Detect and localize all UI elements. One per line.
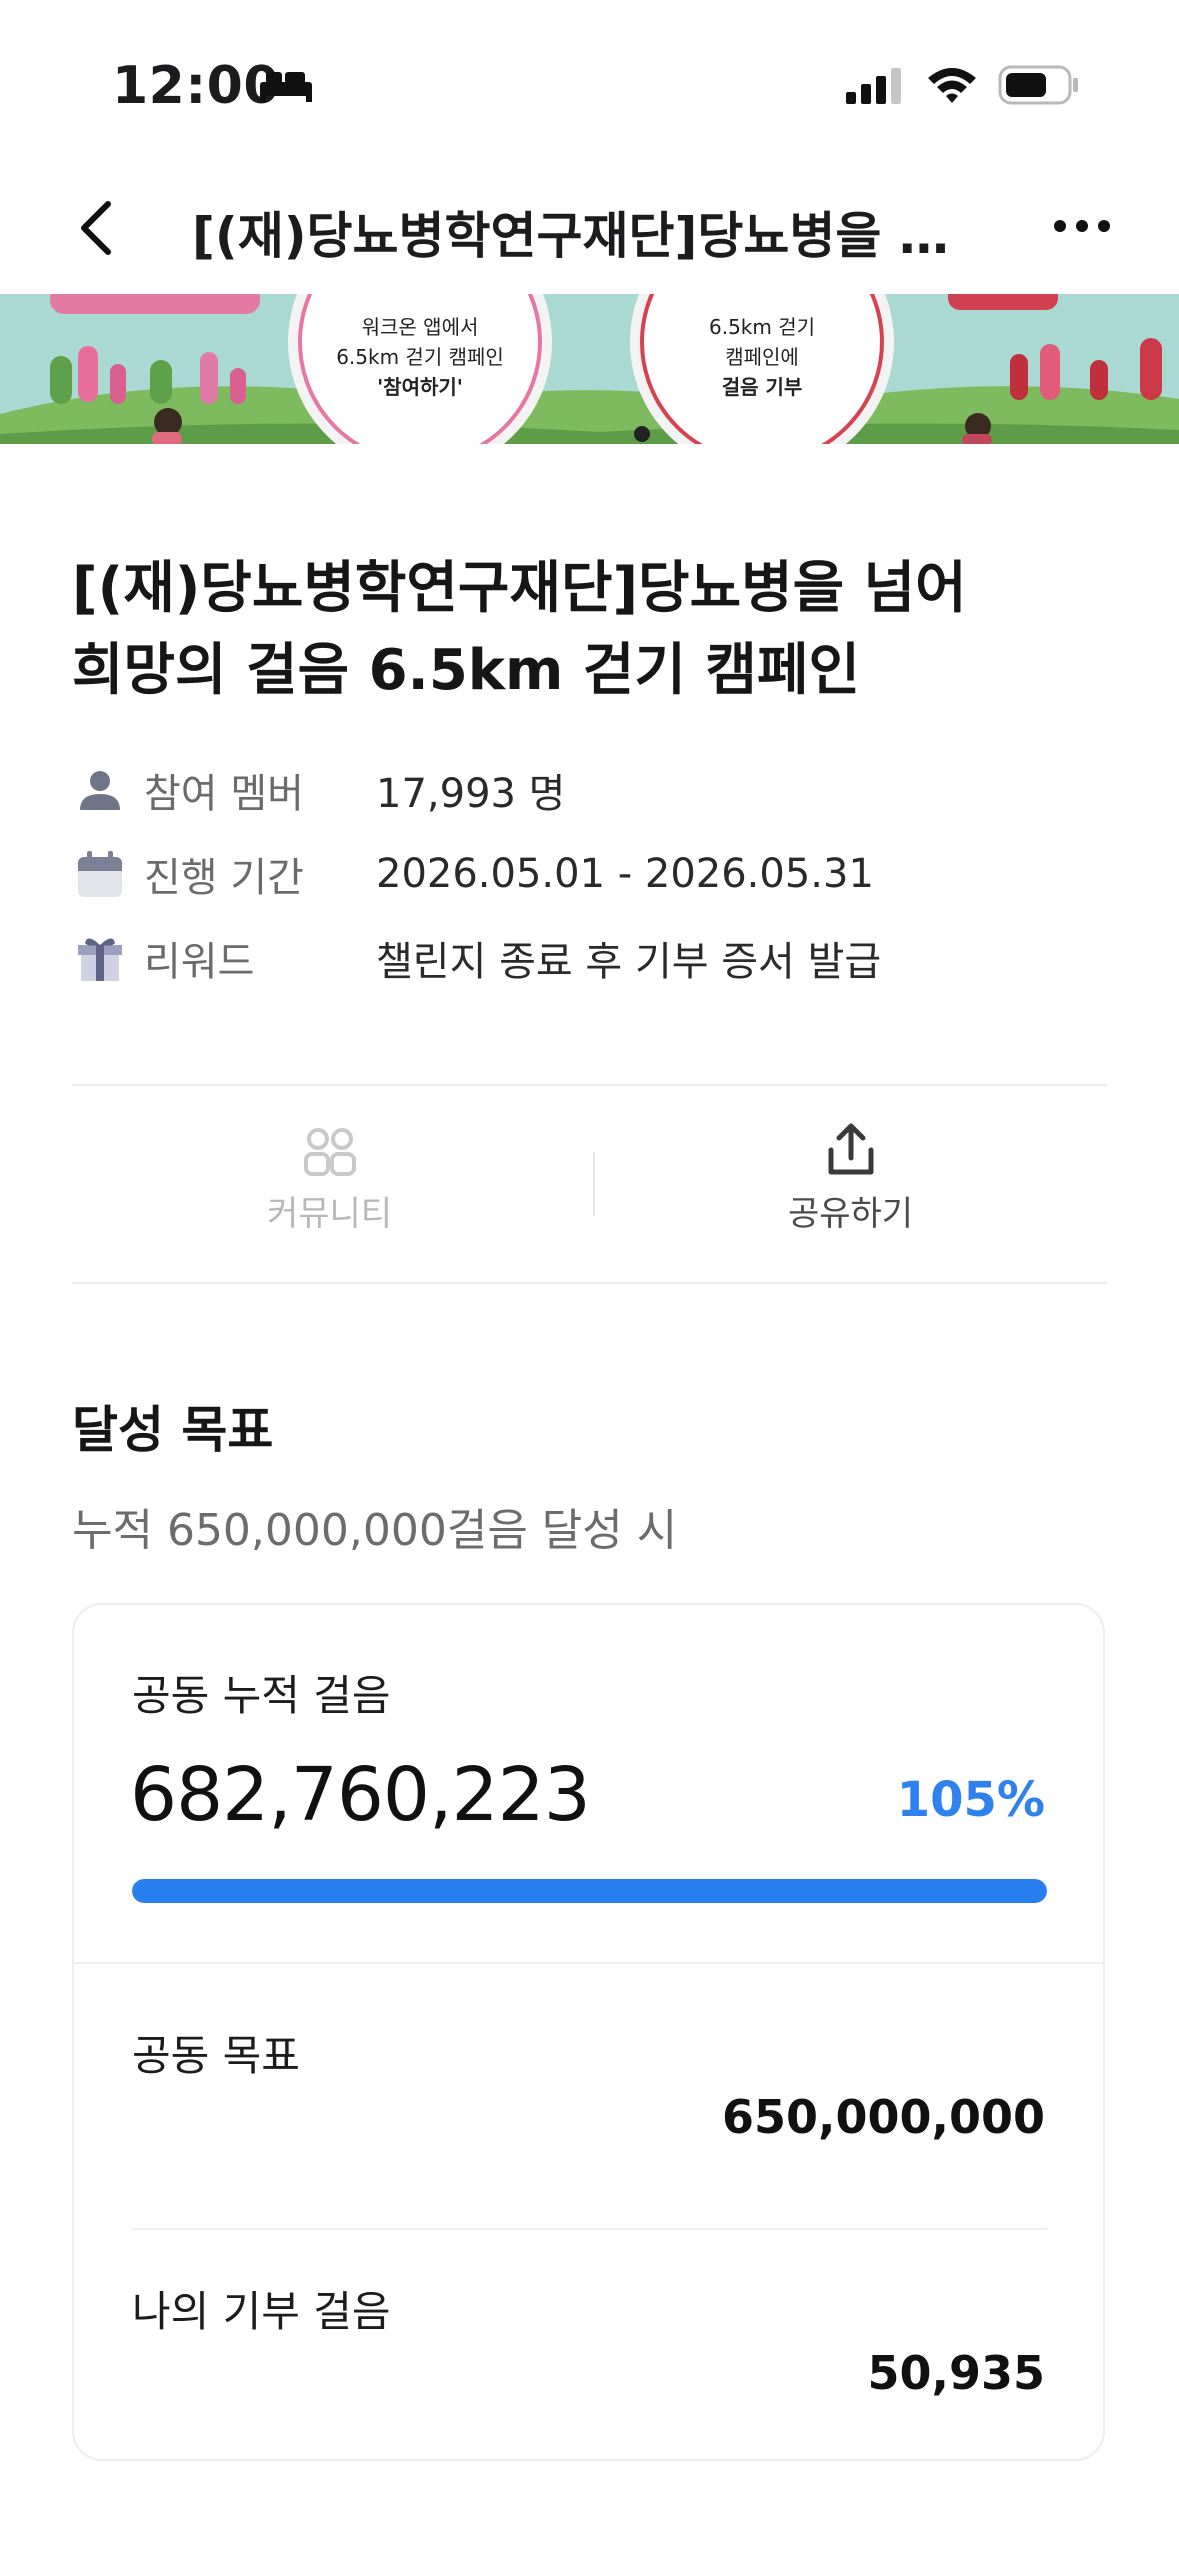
- chevron-left-icon: [81, 201, 111, 255]
- community-button[interactable]: 커뮤니티: [72, 1126, 587, 1235]
- campaign-title: [(재)당뇨병학연구재단]당뇨병을 넘어 희망의 걸음 6.5km 걷기 캠페인: [72, 548, 1112, 712]
- target-label: 공동 목표: [132, 2031, 300, 2080]
- target-value: 650,000,000: [721, 2090, 1045, 2144]
- banner-right-line-3: 걸음 기부: [721, 375, 803, 399]
- progress-bar-fill: [132, 1879, 1047, 1903]
- info-value-members: 17,993 명: [376, 771, 566, 817]
- info-value-reward: 챌린지 종료 후 기부 증서 발급: [376, 939, 882, 985]
- sleep-mode-icon: [258, 68, 314, 108]
- campaign-banner: 워크온 앱에서 6.5km 걷기 캠페인 '참여하기' 6.5km 걷기 캠페인…: [0, 294, 1179, 444]
- more-icon: [1054, 220, 1110, 232]
- more-options-button[interactable]: [1046, 200, 1118, 252]
- divider-bottom: [72, 1282, 1107, 1284]
- info-row-members: 참여 멤버 17,993 명: [72, 760, 565, 820]
- nav-title: [(재)당뇨병학연구재단]당뇨병을 넘어 희망의 걸음 6.5km 걷기 캠페인: [192, 207, 972, 265]
- goal-section-title: 달성 목표: [72, 1401, 274, 1459]
- banner-left-line-3: '참여하기': [377, 375, 463, 399]
- banner-right-text: 6.5km 걷기 캠페인에 걸음 기부: [672, 312, 852, 402]
- divider-top: [72, 1084, 1107, 1086]
- community-icon: [303, 1128, 356, 1176]
- banner-left-text: 워크온 앱에서 6.5km 걷기 캠페인 '참여하기': [330, 312, 510, 402]
- info-row-reward: 리워드 챌린지 종료 후 기부 증서 발급: [72, 928, 881, 988]
- gift-icon: [72, 930, 128, 986]
- my-donation-value: 50,935: [867, 2346, 1045, 2400]
- status-time: 12:00: [112, 56, 281, 116]
- info-row-period: 진행 기간 2026.05.01 - 2026.05.31: [72, 844, 874, 904]
- share-icon: [828, 1123, 873, 1175]
- back-button[interactable]: [66, 192, 126, 264]
- campaign-title-line-2: 희망의 걸음 6.5km 걷기 캠페인: [72, 638, 860, 703]
- wifi-icon: [924, 64, 980, 110]
- card-inner-divider: [132, 2228, 1047, 2230]
- info-label-reward: 리워드: [144, 939, 255, 985]
- card-divider: [74, 1962, 1103, 1964]
- banner-right-line-1: 6.5km 걷기: [708, 315, 816, 339]
- banner-left-line-2: 6.5km 걷기 캠페인: [336, 345, 504, 369]
- banner-right-line-2: 캠페인에: [725, 345, 799, 369]
- goal-subtitle: 누적 650,000,000걸음 달성 시: [72, 1505, 678, 1556]
- my-donation-label: 나의 기부 걸음: [132, 2287, 391, 2336]
- info-label-members: 참여 멤버: [144, 771, 304, 817]
- campaign-title-line-1: [(재)당뇨병학연구재단]당뇨병을 넘어: [72, 556, 967, 621]
- battery-icon: [998, 64, 1080, 110]
- banner-illustration: [0, 294, 1179, 444]
- community-label: 커뮤니티: [266, 1194, 393, 1234]
- progress-percent: 105%: [896, 1772, 1045, 1828]
- info-value-period: 2026.05.01 - 2026.05.31: [376, 851, 874, 897]
- share-button[interactable]: 공유하기: [593, 1122, 1108, 1235]
- cumulative-steps-label: 공동 누적 걸음: [132, 1671, 391, 1720]
- banner-left-line-1: 워크온 앱에서: [361, 315, 479, 339]
- progress-bar: [132, 1879, 1047, 1903]
- info-label-period: 진행 기간: [144, 855, 304, 901]
- cellular-signal-icon: [844, 66, 904, 110]
- calendar-icon: [72, 846, 128, 902]
- share-label: 공유하기: [787, 1194, 914, 1234]
- person-icon: [72, 762, 128, 818]
- cumulative-steps-value: 682,760,223: [130, 1752, 591, 1838]
